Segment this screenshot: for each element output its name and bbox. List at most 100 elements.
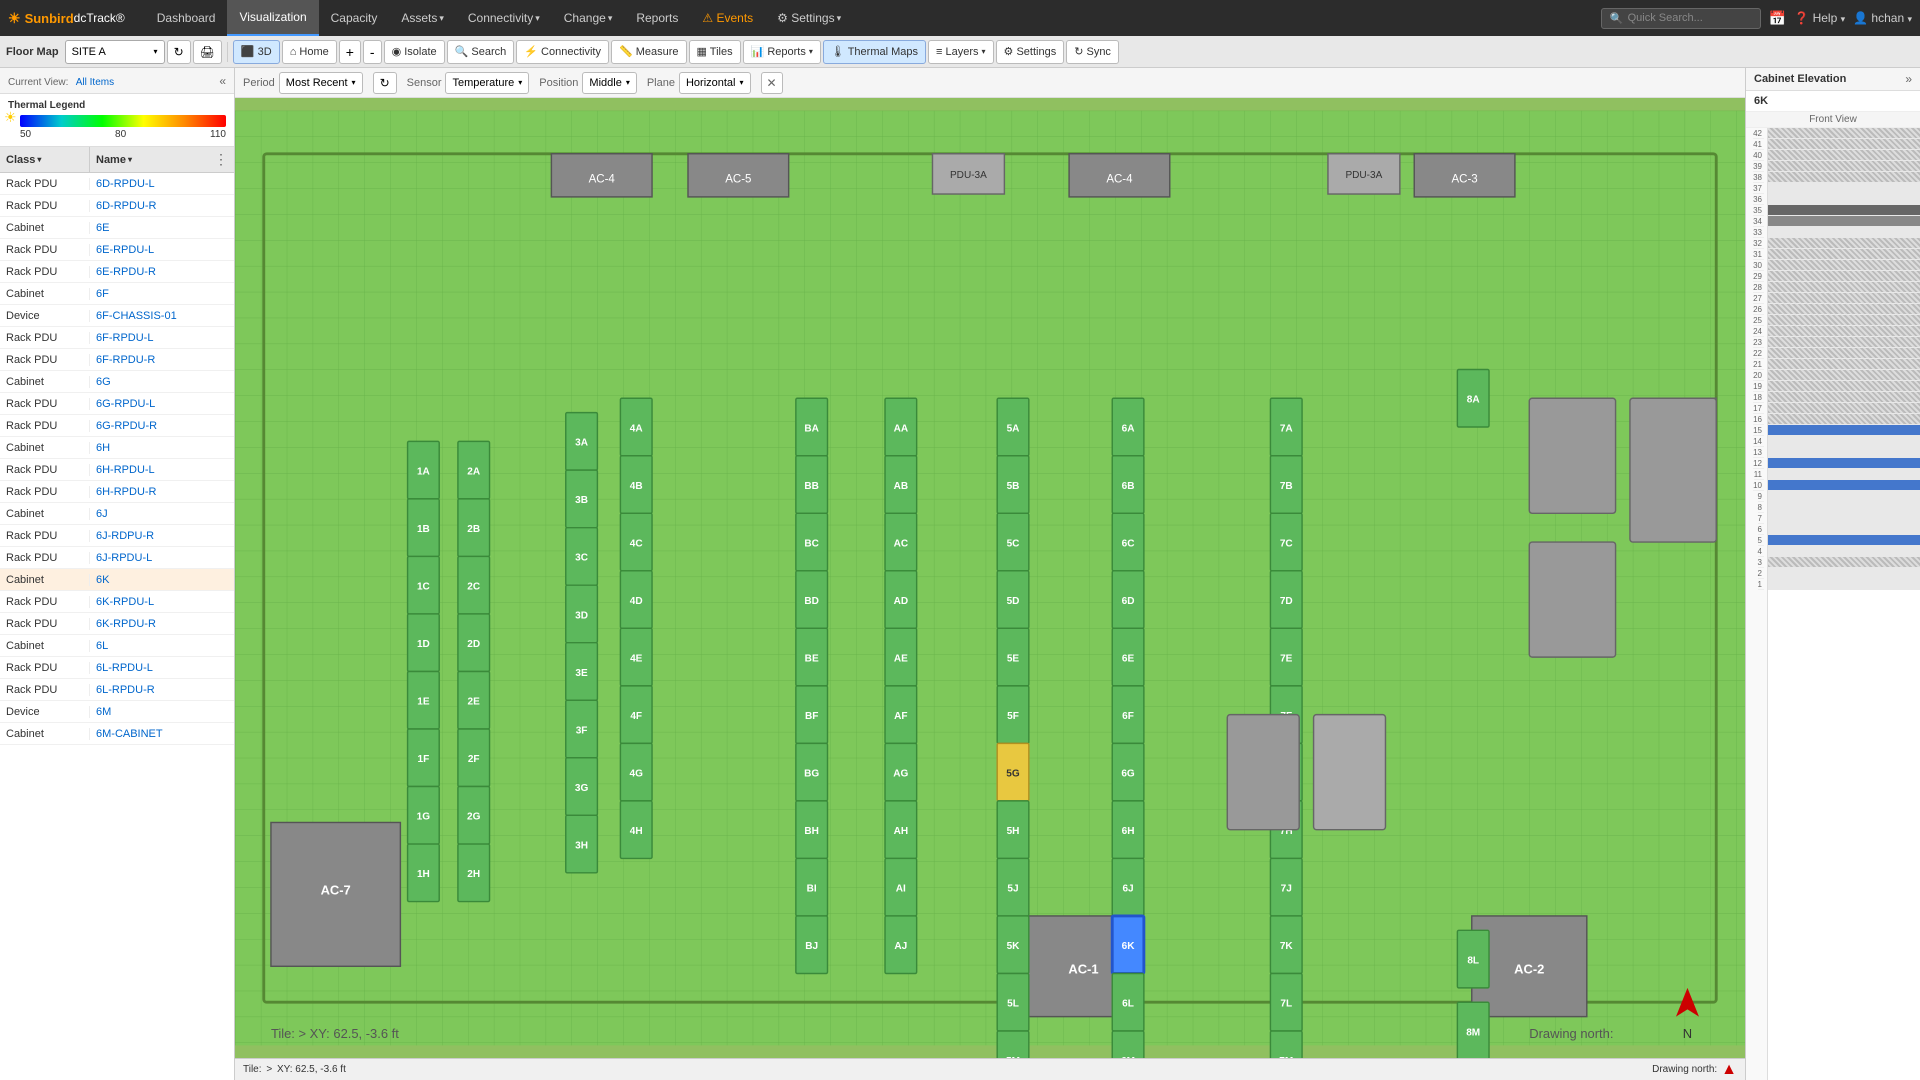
calendar-btn[interactable]: 📅: [1769, 10, 1786, 27]
rack-number: 19: [1753, 381, 1764, 392]
svg-text:1G: 1G: [417, 812, 431, 823]
table-row[interactable]: Rack PDU6G-RPDU-L: [0, 393, 234, 415]
table-row[interactable]: Rack PDU6E-RPDU-L: [0, 239, 234, 261]
rack-slot: [1768, 326, 1920, 337]
zoom-in-btn[interactable]: +: [339, 40, 361, 64]
svg-text:5M: 5M: [1006, 1056, 1020, 1058]
column-menu-btn[interactable]: ⋮: [208, 151, 234, 168]
nav-reports[interactable]: Reports: [624, 0, 690, 36]
nav-capacity[interactable]: Capacity: [319, 0, 390, 36]
nav-connectivity[interactable]: Connectivity ▾: [456, 0, 552, 36]
table-row[interactable]: Rack PDU6K-RPDU-R: [0, 613, 234, 635]
layers-btn[interactable]: ≡ Layers ▾: [928, 40, 994, 64]
table-row[interactable]: Cabinet6M-CABINET: [0, 723, 234, 745]
home-btn[interactable]: ⌂ Home: [282, 40, 337, 64]
table-row[interactable]: Rack PDU6K-RPDU-L: [0, 591, 234, 613]
class-column-header[interactable]: Class ▾: [0, 147, 90, 172]
table-row[interactable]: Rack PDU6J-RDPU-R: [0, 525, 234, 547]
nav-assets[interactable]: Assets ▾: [389, 0, 456, 36]
measure-btn[interactable]: 📏 Measure: [611, 40, 687, 64]
table-row[interactable]: Cabinet6E: [0, 217, 234, 239]
reports-btn[interactable]: 📊 Reports ▾: [743, 40, 821, 64]
svg-text:AC-4: AC-4: [1106, 174, 1133, 186]
rack-number: 35: [1753, 205, 1764, 216]
table-row[interactable]: Cabinet6L: [0, 635, 234, 657]
table-row[interactable]: Rack PDU6D-RPDU-R: [0, 195, 234, 217]
settings-btn[interactable]: ⚙ Settings: [996, 40, 1065, 64]
rack-slot: [1768, 535, 1920, 546]
table-row[interactable]: Device6M: [0, 701, 234, 723]
quick-search-box[interactable]: 🔍 Quick Search...: [1601, 8, 1761, 29]
table-row[interactable]: Cabinet6J: [0, 503, 234, 525]
collapse-panel-btn[interactable]: «: [219, 74, 226, 88]
rack-number: 41: [1753, 139, 1764, 150]
plane-select[interactable]: Horizontal ▾: [679, 72, 751, 94]
table-row[interactable]: Rack PDU6J-RPDU-L: [0, 547, 234, 569]
rack-number: 36: [1753, 194, 1764, 205]
rack-number: 11: [1754, 469, 1764, 480]
table-row[interactable]: Cabinet6K: [0, 569, 234, 591]
table-header: Class ▾ Name ▾ ⋮: [0, 147, 234, 173]
close-filter-btn[interactable]: ✕: [761, 72, 783, 94]
svg-text:2G: 2G: [467, 812, 481, 823]
table-row[interactable]: Rack PDU6L-RPDU-L: [0, 657, 234, 679]
svg-text:3F: 3F: [576, 725, 588, 736]
nav-change[interactable]: Change ▾: [552, 0, 625, 36]
table-row[interactable]: Rack PDU6G-RPDU-R: [0, 415, 234, 437]
table-row[interactable]: Rack PDU6F-RPDU-L: [0, 327, 234, 349]
svg-text:6G: 6G: [1121, 768, 1135, 779]
close-elevation-btn[interactable]: »: [1905, 72, 1912, 86]
svg-text:6L: 6L: [1122, 999, 1134, 1010]
table-row[interactable]: Device6F-CHASSIS-01: [0, 305, 234, 327]
thermal-maps-btn[interactable]: 🌡 Thermal Maps: [823, 40, 926, 64]
table-row[interactable]: Rack PDU6D-RPDU-L: [0, 173, 234, 195]
table-row[interactable]: Rack PDU6F-RPDU-R: [0, 349, 234, 371]
rack-number: 38: [1753, 172, 1764, 183]
svg-text:6D: 6D: [1122, 596, 1135, 607]
refresh-filter-btn[interactable]: ↻: [373, 72, 397, 94]
period-select[interactable]: Most Recent ▾: [279, 72, 363, 94]
svg-text:1E: 1E: [417, 697, 430, 708]
floor-map[interactable]: AC-7 AC-5 AC-4 AC-4 AC-3: [235, 98, 1745, 1058]
print-btn[interactable]: 🖨: [193, 40, 222, 64]
sunbird-text[interactable]: Sunbird: [25, 11, 74, 26]
row-class: Rack PDU: [0, 420, 90, 432]
nav-settings[interactable]: ⚙ Settings ▾: [765, 0, 853, 36]
tiles-btn[interactable]: ▦ Tiles: [689, 40, 741, 64]
help-btn[interactable]: ❓ Help ▾: [1794, 11, 1845, 25]
nav-dashboard[interactable]: Dashboard: [145, 0, 228, 36]
name-column-header[interactable]: Name ▾: [90, 147, 208, 172]
search-btn[interactable]: 🔍 Search: [447, 40, 515, 64]
table-row[interactable]: Rack PDU6H-RPDU-L: [0, 459, 234, 481]
nav-events[interactable]: ⚠ Events: [690, 0, 765, 36]
table-row[interactable]: Rack PDU6L-RPDU-R: [0, 679, 234, 701]
table-row[interactable]: Rack PDU6H-RPDU-R: [0, 481, 234, 503]
3d-btn[interactable]: ⬛ 3D: [233, 40, 280, 64]
svg-text:6E: 6E: [1122, 653, 1135, 664]
position-select[interactable]: Middle ▾: [582, 72, 636, 94]
refresh-btn[interactable]: ↻: [167, 40, 191, 64]
sensor-select[interactable]: Temperature ▾: [445, 72, 529, 94]
row-name: 6K-RPDU-R: [90, 618, 234, 630]
isolate-btn[interactable]: ◉ Isolate: [384, 40, 445, 64]
site-select[interactable]: SITE A ▾: [65, 40, 165, 64]
user-btn[interactable]: 👤 hchan ▾: [1853, 11, 1912, 25]
rack-slot: [1768, 469, 1920, 480]
table-row[interactable]: Cabinet6G: [0, 371, 234, 393]
table-body[interactable]: Rack PDU6D-RPDU-LRack PDU6D-RPDU-RCabine…: [0, 173, 234, 1080]
sync-btn[interactable]: ↻ Sync: [1066, 40, 1119, 64]
svg-text:AC-4: AC-4: [589, 174, 616, 186]
toolbar: Floor Map SITE A ▾ ↻ 🖨 ⬛ 3D ⌂ Home + - ◉…: [0, 36, 1920, 68]
site-arrow: ▾: [154, 47, 158, 56]
current-view-value[interactable]: All Items: [76, 77, 114, 88]
thermal-labels: 50 80 110: [20, 129, 226, 140]
table-row[interactable]: Cabinet6H: [0, 437, 234, 459]
row-class: Rack PDU: [0, 332, 90, 344]
connectivity-btn[interactable]: ⚡ Connectivity: [516, 40, 609, 64]
table-row[interactable]: Cabinet6F: [0, 283, 234, 305]
nav-visualization[interactable]: Visualization: [227, 0, 318, 36]
floor-map-svg[interactable]: AC-7 AC-5 AC-4 AC-4 AC-3: [235, 98, 1745, 1058]
zoom-out-btn[interactable]: -: [363, 40, 382, 64]
svg-text:4C: 4C: [630, 538, 643, 549]
table-row[interactable]: Rack PDU6E-RPDU-R: [0, 261, 234, 283]
